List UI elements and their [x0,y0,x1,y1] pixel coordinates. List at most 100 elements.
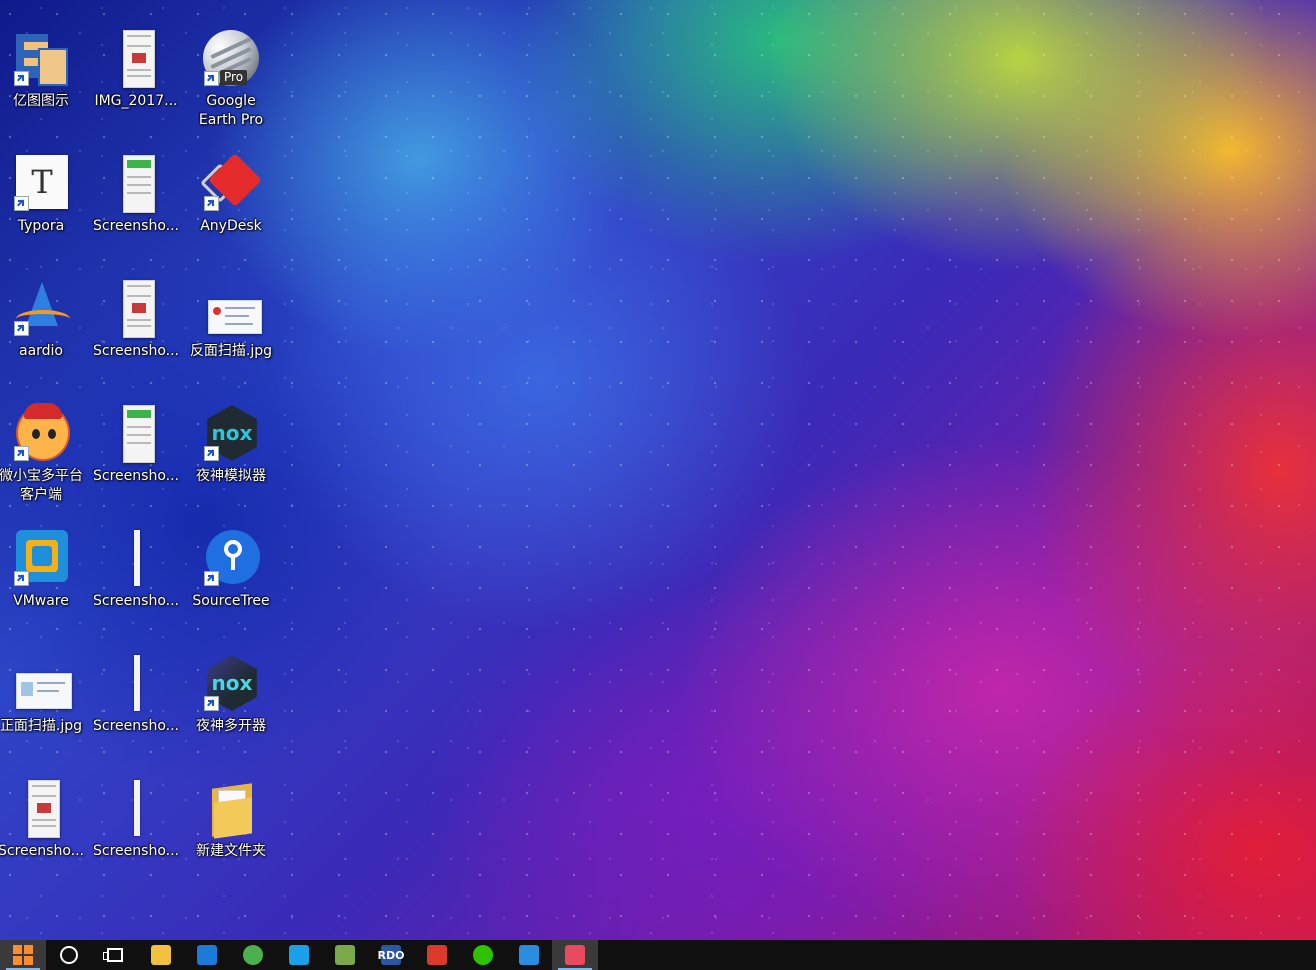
newfolder-icon [202,780,260,839]
desktop-icon-label: Screensho... [93,343,179,359]
desktop-icon-label: aardio [18,343,63,359]
desktop-icon-label: 微小宝多平台 客户端 [0,468,83,503]
shot5-icon [107,655,165,713]
desktop-icon-vmware[interactable]: VMware [0,528,88,646]
desktop-icon-newfolder[interactable]: 新建文件夹 [184,778,278,896]
taskbar-taskview-button[interactable] [92,940,138,970]
windows-logo-icon [13,945,33,965]
taskbar-wechat-button[interactable] [460,940,506,970]
shot1-icon [107,155,165,213]
desktop-icon-googleearth[interactable]: Pro Google Earth Pro [184,28,278,146]
desktop-icon-shot1[interactable]: Screensho... [89,153,183,271]
edraw-icon [12,30,70,88]
edge-icon [197,945,217,965]
shortcut-arrow-icon [14,571,29,586]
desktop-icon-fanmian[interactable]: 反面扫描.jpg [184,278,278,396]
googleearth-icon: Pro [202,30,260,88]
noxmulti-icon: nox [202,655,260,713]
taskbar-chrome-button[interactable] [230,940,276,970]
desktop-icon-shot3[interactable]: Screensho... [89,403,183,521]
desktop-icon-label: AnyDesk [200,218,262,234]
taskbar-app-red-button[interactable] [414,940,460,970]
desktop-icon-shot7[interactable]: Screensho... [89,778,183,896]
desktop-icon-label: Screensho... [93,593,179,609]
desktop-icon-label: Google Earth Pro [198,93,264,128]
desktop-icon-label: VMware [13,593,69,609]
desktop-icon-anydesk[interactable]: AnyDesk [184,153,278,271]
desktop-icon-shot4[interactable]: Screensho... [89,528,183,646]
taskbar-cortana-button[interactable] [46,940,92,970]
typora-icon: T [12,155,70,213]
shortcut-arrow-icon [14,196,29,211]
rdo-icon: RDO [378,945,404,965]
desktop-icon-typora[interactable]: T Typora [0,153,88,271]
taskbar-edge-button[interactable] [184,940,230,970]
img2017-icon [107,30,165,88]
cortana-circle-icon [60,946,78,964]
taskbar-vscode-button[interactable] [506,940,552,970]
desktop-icon-nox[interactable]: nox 夜神模拟器 [184,403,278,521]
shortcut-arrow-icon [204,196,219,211]
desktop-icon-shot6[interactable]: Screensho... [0,778,88,896]
shortcut-arrow-icon [204,446,219,461]
taskbar-recorder-button[interactable] [552,940,598,970]
shot6-icon [12,780,70,838]
sourcetree-icon [202,530,260,588]
taskbar-explorer-button[interactable] [138,940,184,970]
desktop-icon-shot2[interactable]: Screensho... [89,278,183,396]
desktop-icon-noxmulti[interactable]: nox 夜神多开器 [184,653,278,771]
fanmian-icon [202,280,262,338]
desktop-icon-label: 夜神多开器 [196,718,266,734]
desktop-icon-edraw[interactable]: 亿图图示 [0,28,88,146]
desktop-icon-img2017[interactable]: IMG_2017... [89,28,183,146]
tim-icon [289,945,309,965]
zhengmian-icon [12,655,72,713]
shortcut-arrow-icon [204,696,219,711]
desktop-icon-label: Screensho... [93,218,179,234]
file-explorer-icon [151,945,171,965]
red-bird-icon [427,945,447,965]
desktop-icon-shot5[interactable]: Screensho... [89,653,183,771]
shot3-icon [107,405,165,463]
green-app-icon [335,945,355,965]
taskbar-start-button[interactable] [0,940,46,970]
desktop-icon-sourcetree[interactable]: SourceTree [184,528,278,646]
chrome-icon [243,945,263,965]
desktop-icon-label: 反面扫描.jpg [189,343,273,359]
desktop-icon-label: Screensho... [93,843,179,859]
desktop-icon-label: Typora [17,218,65,234]
screen-recorder-icon [565,945,585,965]
desktop-icon-label: 新建文件夹 [196,843,266,859]
aardio-icon [12,280,70,338]
desktop-icon-label: Screensho... [93,468,179,484]
shot4-icon [107,530,165,588]
shot2-icon [107,280,165,338]
wechat-icon [473,945,493,965]
pro-badge: Pro [220,70,248,85]
shortcut-arrow-icon [204,571,219,586]
desktop-icon-label: Screensho... [93,718,179,734]
taskbar-app-green-button[interactable] [322,940,368,970]
weixiaobao-icon [12,403,70,463]
anydesk-icon [200,153,262,213]
desktop-icon-label: 亿图图示 [13,93,69,109]
vmware-icon [12,530,70,588]
shortcut-arrow-icon [14,321,29,336]
desktop-icon-zhengmian[interactable]: 正面扫描.jpg [0,653,88,771]
desktop-icon-label: SourceTree [192,593,270,609]
shortcut-arrow-icon [204,71,219,86]
desktop-icon-weixiaobao[interactable]: 微小宝多平台 客户端 [0,403,88,521]
desktop-icon-label: 正面扫描.jpg [0,718,83,734]
task-view-icon [103,948,123,962]
nox-icon: nox [202,405,260,463]
shot7-icon [107,780,165,838]
shortcut-arrow-icon [14,71,29,86]
desktop-icon-label: IMG_2017... [94,93,178,109]
taskbar: RDO [0,940,1316,970]
shortcut-arrow-icon [14,446,29,461]
desktop-icon-aardio[interactable]: aardio [0,278,88,396]
taskbar-tim-button[interactable] [276,940,322,970]
taskbar-rdo-button[interactable]: RDO [368,940,414,970]
vscode-icon [519,945,539,965]
desktop-icon-label: Screensho... [0,843,84,859]
